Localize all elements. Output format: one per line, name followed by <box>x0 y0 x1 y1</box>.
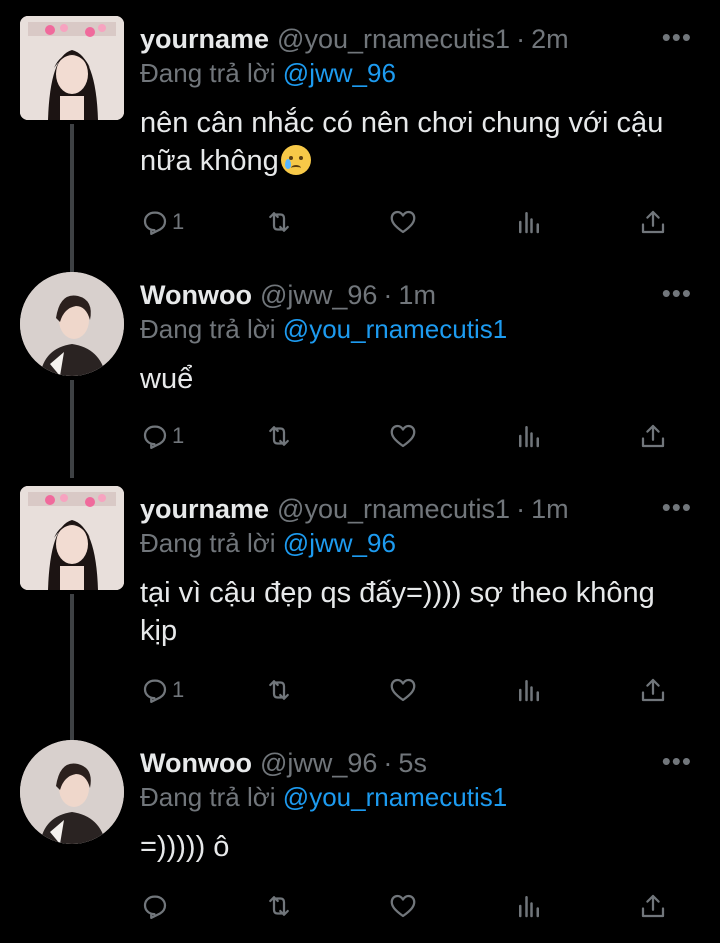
user-handle[interactable]: @you_rnamecutis1 <box>277 24 510 54</box>
tweet[interactable]: yourname @you_rnamecutis1 · 1m ••• Đang trả… <box>0 486 720 726</box>
views-button[interactable] <box>514 888 544 924</box>
timestamp[interactable]: 5s <box>398 748 427 778</box>
more-options-icon[interactable]: ••• <box>662 22 692 53</box>
like-icon <box>390 894 416 918</box>
views-button[interactable] <box>514 672 544 708</box>
tweet-text: nên cân nhắc có nên chơi chung với cậu n… <box>140 107 664 177</box>
share-button[interactable] <box>638 204 668 240</box>
avatar[interactable] <box>20 16 124 120</box>
retweet-button[interactable] <box>264 418 294 454</box>
reply-icon <box>143 425 167 449</box>
user-handle[interactable]: @jww_96 <box>260 280 377 310</box>
like-button[interactable] <box>388 888 418 924</box>
crying-face-emoji <box>280 145 311 175</box>
retweet-icon <box>269 680 289 700</box>
replying-to: Đang trả lời @jww_96 <box>140 58 396 88</box>
reply-icon <box>143 895 167 919</box>
tweet[interactable]: yourname @you_rnamecutis1 · 2m ••• Đang trả… <box>0 16 720 256</box>
tweet-header: Wonwoo @jww_96 · 1m <box>140 280 436 310</box>
more-options-icon[interactable]: ••• <box>662 492 692 523</box>
tweet-header: yourname @you_rnamecutis1 · 2m <box>140 24 569 54</box>
tweet[interactable]: Wonwoo @jww_96 · 5s ••• Đang trả lời @you_r… <box>0 740 720 936</box>
share-icon <box>641 678 665 702</box>
replying-to: Đang trả lời @you_rnamecutis1 <box>140 314 508 344</box>
user-handle[interactable]: @you_rnamecutis1 <box>277 494 510 524</box>
reply-button[interactable] <box>140 888 172 924</box>
mention-link[interactable]: @you_rnamecutis1 <box>283 782 507 812</box>
share-button[interactable] <box>638 418 668 454</box>
tweet-actions: 1 <box>140 418 680 454</box>
views-icon <box>519 896 539 918</box>
retweet-icon <box>269 212 289 232</box>
timestamp[interactable]: 1m <box>531 494 569 524</box>
views-button[interactable] <box>514 204 544 240</box>
like-icon <box>390 210 416 234</box>
like-button[interactable] <box>388 672 418 708</box>
views-icon <box>519 212 539 234</box>
display-name[interactable]: Wonwoo <box>140 280 252 310</box>
avatar[interactable] <box>20 272 124 376</box>
retweet-icon <box>269 896 289 916</box>
avatar[interactable] <box>20 740 124 844</box>
tweet-header: yourname @you_rnamecutis1 · 1m <box>140 494 569 524</box>
display-name[interactable]: yourname <box>140 24 269 54</box>
display-name[interactable]: yourname <box>140 494 269 524</box>
more-options-icon[interactable]: ••• <box>662 278 692 309</box>
views-button[interactable] <box>514 418 544 454</box>
reply-count: 1 <box>172 209 185 234</box>
reply-count: 1 <box>172 677 185 702</box>
tweet-actions <box>140 888 680 924</box>
like-button[interactable] <box>388 418 418 454</box>
reply-icon <box>143 679 167 703</box>
tweet-actions: 1 <box>140 204 680 240</box>
timestamp[interactable]: 2m <box>531 24 569 54</box>
share-button[interactable] <box>638 888 668 924</box>
mention-link[interactable]: @jww_96 <box>283 58 396 88</box>
avatar[interactable] <box>20 486 124 590</box>
tweet-header: Wonwoo @jww_96 · 5s <box>140 748 427 778</box>
tweet-actions: 1 <box>140 672 680 708</box>
retweet-icon <box>269 426 289 446</box>
share-button[interactable] <box>638 672 668 708</box>
user-handle[interactable]: @jww_96 <box>260 748 377 778</box>
share-icon <box>641 894 665 918</box>
tweet-text: tại vì cậu đẹp qs đấy=)))) sợ theo không… <box>140 577 655 647</box>
replying-to: Đang trả lời @you_rnamecutis1 <box>140 782 508 812</box>
reply-count: 1 <box>172 423 185 448</box>
retweet-button[interactable] <box>264 888 294 924</box>
retweet-button[interactable] <box>264 204 294 240</box>
views-icon <box>519 680 539 702</box>
replying-to: Đang trả lời @jww_96 <box>140 528 396 558</box>
mention-link[interactable]: @you_rnamecutis1 <box>283 314 507 344</box>
views-icon <box>519 426 539 448</box>
like-icon <box>390 424 416 448</box>
reply-button[interactable]: 1 <box>140 204 184 240</box>
reply-icon <box>143 211 167 235</box>
retweet-button[interactable] <box>264 672 294 708</box>
like-icon <box>390 678 416 702</box>
timestamp[interactable]: 1m <box>398 280 436 310</box>
mention-link[interactable]: @jww_96 <box>283 528 396 558</box>
share-icon <box>641 424 665 448</box>
more-options-icon[interactable]: ••• <box>662 746 692 777</box>
like-button[interactable] <box>388 204 418 240</box>
tweet-text: wuể <box>140 363 194 395</box>
tweet-text: =))))) ô <box>140 831 230 863</box>
display-name[interactable]: Wonwoo <box>140 748 252 778</box>
tweet[interactable]: Wonwoo @jww_96 · 1m ••• Đang trả lời @you_r… <box>0 272 720 472</box>
share-icon <box>641 210 665 234</box>
reply-button[interactable]: 1 <box>140 672 184 708</box>
reply-button[interactable]: 1 <box>140 418 184 454</box>
